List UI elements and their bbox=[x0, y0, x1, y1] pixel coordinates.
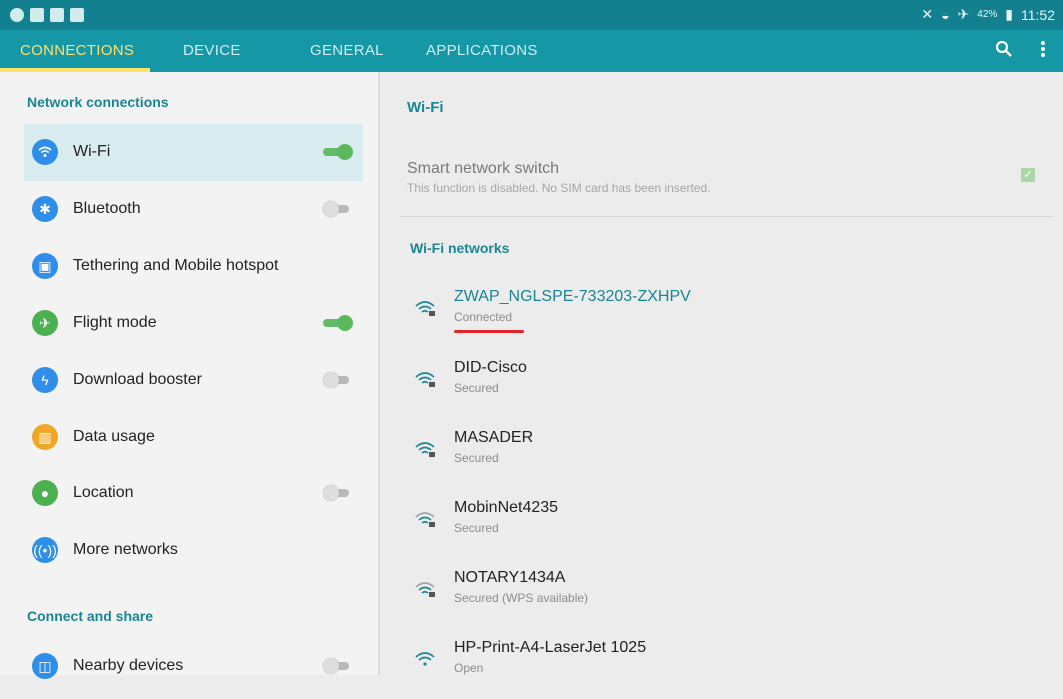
status-bar: ✕ ◒ ✈ 42% ▮ 11:52 bbox=[0, 0, 1063, 30]
settings-item-label: Wi-Fi bbox=[73, 143, 111, 160]
network-name: NOTARY1434A bbox=[454, 569, 566, 586]
battery-percent: 42% bbox=[977, 9, 998, 20]
settings-item-label: Location bbox=[73, 484, 134, 501]
settings-item-bluetooth[interactable]: ✱ Bluetooth bbox=[24, 181, 363, 238]
screenshot-notification-icon bbox=[30, 8, 44, 22]
network-name: MobinNet4235 bbox=[454, 499, 559, 516]
nearby-devices-toggle[interactable] bbox=[323, 658, 353, 674]
status-icons: ✕ ◒ ✈ 42% ▮ 11:52 bbox=[921, 6, 1055, 23]
tab-connections[interactable]: CONNECTIONS bbox=[20, 42, 134, 59]
settings-item-more-networks[interactable]: ((•)) More networks bbox=[24, 522, 363, 579]
settings-item-label: More networks bbox=[73, 541, 178, 558]
file-notification-icon bbox=[70, 8, 84, 22]
wifi-detail-panel: Wi-Fi Smart network switch This function… bbox=[380, 72, 1063, 675]
bluetooth-toggle[interactable] bbox=[323, 201, 353, 217]
airplane-icon: ✈ bbox=[32, 310, 58, 336]
network-status: Secured bbox=[454, 521, 499, 535]
wifi-secured-icon bbox=[414, 437, 438, 461]
smart-switch-title: Smart network switch bbox=[407, 160, 560, 177]
app-notification-icon bbox=[10, 8, 24, 22]
more-options-icon[interactable] bbox=[1032, 40, 1054, 62]
wifi-network-item[interactable]: ZWAP_NGLSPE-733203-ZXHPV Connected bbox=[410, 288, 1030, 348]
bluetooth-icon: ✱ bbox=[32, 196, 58, 222]
location-icon: ● bbox=[32, 480, 58, 506]
location-toggle[interactable] bbox=[323, 485, 353, 501]
divider bbox=[400, 216, 1054, 217]
gallery-notification-icon bbox=[50, 8, 64, 22]
settings-item-wifi[interactable]: Wi-Fi bbox=[24, 124, 363, 181]
settings-item-label: Bluetooth bbox=[73, 200, 141, 217]
mute-icon: ✕ bbox=[921, 6, 934, 22]
wifi-secured-icon bbox=[414, 296, 438, 320]
settings-item-label: Tethering and Mobile hotspot bbox=[73, 257, 279, 274]
settings-item-data-usage[interactable]: ▥ Data usage bbox=[24, 409, 363, 466]
connected-underline bbox=[454, 330, 524, 333]
network-status: Secured (WPS available) bbox=[454, 591, 589, 605]
settings-item-label: Flight mode bbox=[73, 314, 157, 331]
section-network-connections: Network connections bbox=[27, 94, 169, 110]
settings-item-flight-mode[interactable]: ✈ Flight mode bbox=[24, 295, 363, 352]
tab-applications[interactable]: APPLICATIONS bbox=[426, 42, 538, 59]
wifi-network-item[interactable]: HP-Print-A4-LaserJet 1025 Open bbox=[410, 639, 1030, 699]
wifi-networks-header: Wi-Fi networks bbox=[410, 240, 510, 256]
settings-tab-bar: CONNECTIONS DEVICE GENERAL APPLICATIONS bbox=[0, 30, 1063, 72]
bolt-icon: ϟ bbox=[32, 367, 58, 393]
page-title: Wi-Fi bbox=[407, 99, 444, 116]
download-booster-toggle[interactable] bbox=[323, 372, 353, 388]
wifi-open-icon bbox=[414, 647, 438, 671]
wifi-signal-icon: ◒ bbox=[941, 6, 950, 23]
network-name: MASADER bbox=[454, 429, 534, 446]
wifi-network-item[interactable]: NOTARY1434A Secured (WPS available) bbox=[410, 569, 1030, 629]
settings-item-label: Download booster bbox=[73, 371, 202, 388]
tab-device[interactable]: DEVICE bbox=[183, 42, 241, 59]
wifi-toggle[interactable] bbox=[323, 144, 353, 160]
wifi-secured-icon bbox=[414, 577, 438, 601]
settings-item-label: Nearby devices bbox=[73, 657, 184, 674]
wifi-network-item[interactable]: MASADER Secured bbox=[410, 429, 1030, 489]
network-name: ZWAP_NGLSPE-733203-ZXHPV bbox=[454, 288, 691, 305]
section-connect-and-share: Connect and share bbox=[27, 608, 154, 624]
settings-list: Network connections Wi-Fi ✱ Bluetooth ▣ … bbox=[0, 72, 380, 679]
battery-icon: ▮ bbox=[1005, 6, 1013, 22]
wifi-network-item[interactable]: MobinNet4235 Secured bbox=[410, 499, 1030, 559]
network-name: HP-Print-A4-LaserJet 1025 bbox=[454, 639, 647, 656]
network-status: Secured bbox=[454, 451, 499, 465]
notification-icons bbox=[10, 8, 84, 22]
wifi-icon bbox=[32, 139, 58, 165]
airplane-status-icon: ✈ bbox=[957, 6, 970, 22]
settings-item-nearby-devices[interactable]: ◫ Nearby devices bbox=[24, 638, 363, 695]
clock: 11:52 bbox=[1021, 6, 1055, 23]
network-status: Open bbox=[454, 661, 484, 675]
wifi-network-item[interactable]: DID-Cisco Secured bbox=[410, 359, 1030, 419]
nearby-icon: ◫ bbox=[32, 653, 58, 679]
antenna-icon: ((•)) bbox=[32, 537, 58, 563]
settings-item-download-booster[interactable]: ϟ Download booster bbox=[24, 352, 363, 409]
wifi-secured-icon bbox=[414, 367, 438, 391]
smart-switch-checkbox[interactable]: ✓ bbox=[1021, 168, 1035, 182]
settings-item-tethering[interactable]: ▣ Tethering and Mobile hotspot bbox=[24, 238, 363, 295]
network-name: DID-Cisco bbox=[454, 359, 527, 376]
settings-item-label: Data usage bbox=[73, 428, 155, 445]
search-icon[interactable] bbox=[993, 40, 1015, 62]
tab-general[interactable]: GENERAL bbox=[310, 42, 384, 59]
network-status: Connected bbox=[454, 310, 513, 324]
settings-item-location[interactable]: ● Location bbox=[24, 465, 363, 522]
smart-switch-subtitle: This function is disabled. No SIM card h… bbox=[407, 181, 711, 195]
hotspot-icon: ▣ bbox=[32, 253, 58, 279]
wifi-secured-icon bbox=[414, 507, 438, 531]
flight-mode-toggle[interactable] bbox=[323, 315, 353, 331]
chart-icon: ▥ bbox=[32, 424, 58, 450]
network-status: Secured bbox=[454, 381, 499, 395]
